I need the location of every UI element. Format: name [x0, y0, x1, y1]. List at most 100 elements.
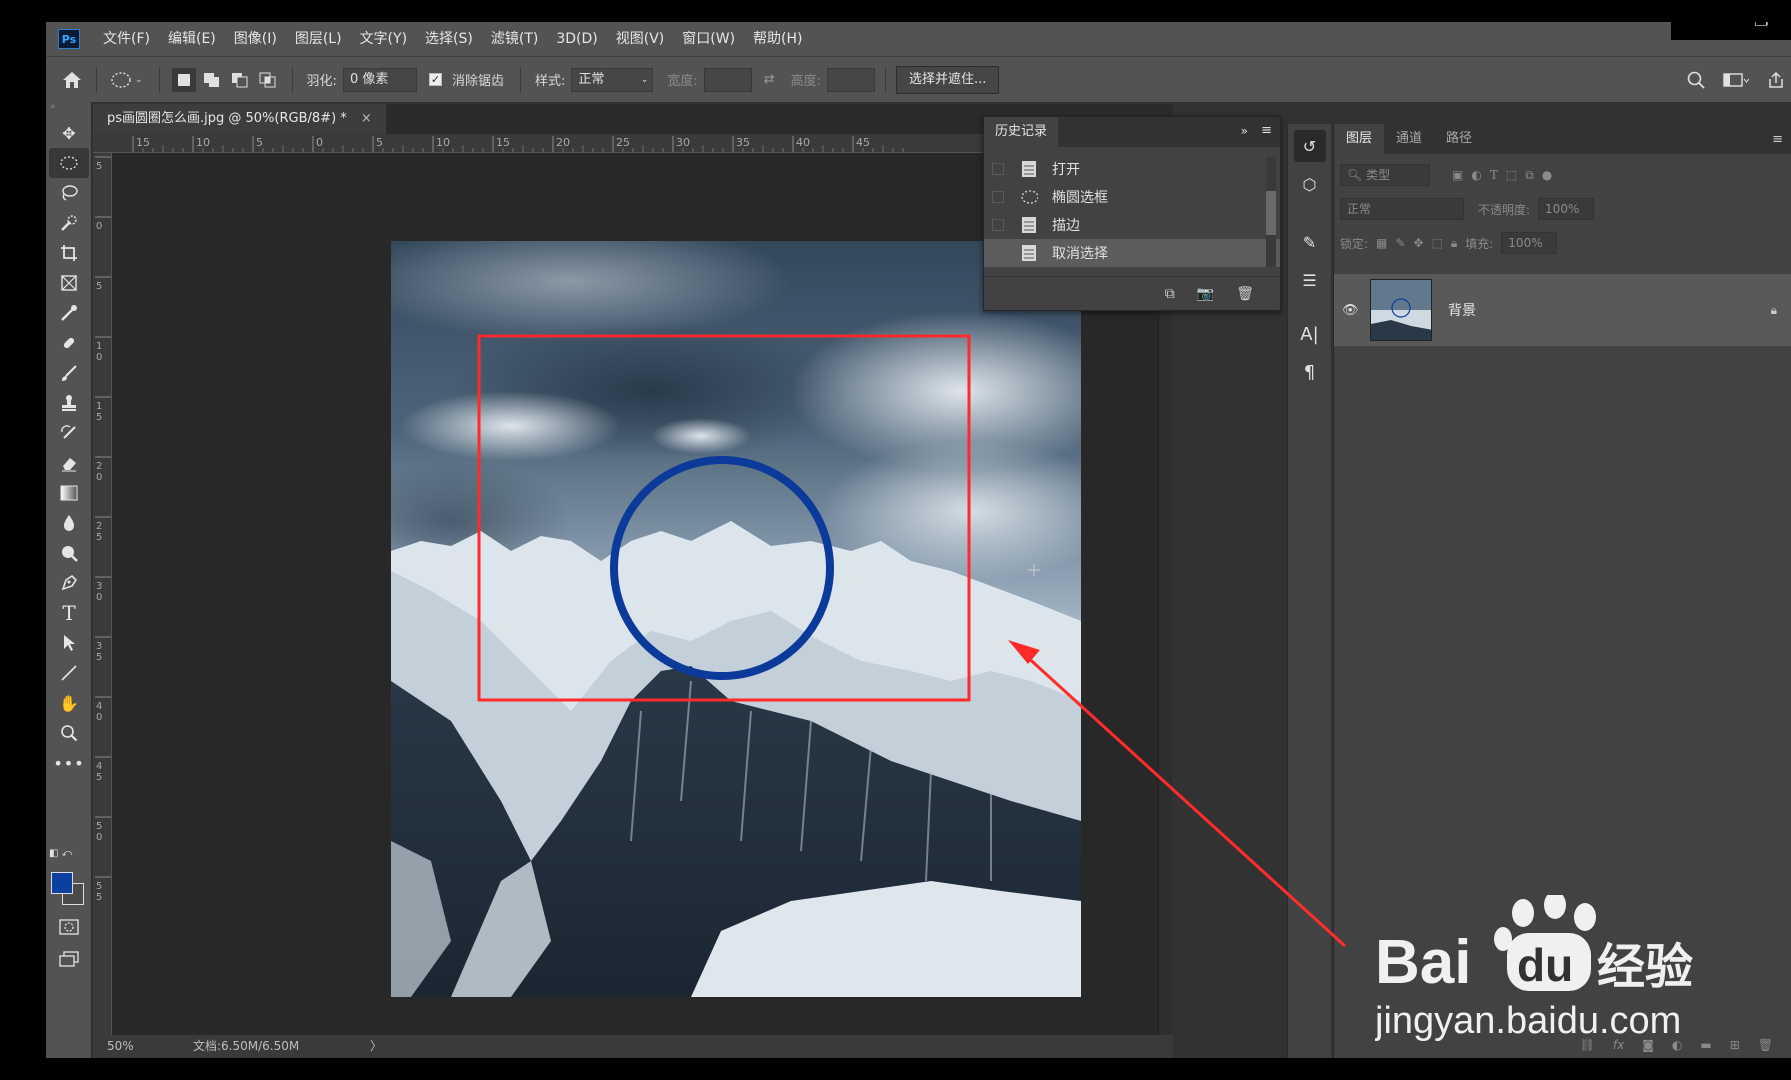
- history-panel-icon[interactable]: ↺: [1293, 130, 1326, 162]
- workspace-icon[interactable]: [1723, 72, 1749, 88]
- menu-layer[interactable]: 图层(L): [286, 22, 351, 56]
- screen-mode-icon[interactable]: [49, 944, 89, 974]
- dodge-tool-icon[interactable]: [49, 538, 89, 568]
- share-icon[interactable]: [1767, 71, 1785, 89]
- fill-input[interactable]: 100%: [1501, 232, 1558, 254]
- tab-channels[interactable]: 通道: [1384, 124, 1434, 154]
- snapshot-checkbox[interactable]: [992, 163, 1004, 175]
- ellipse-marquee-tool-icon[interactable]: [49, 148, 89, 178]
- status-menu-arrow[interactable]: 〉: [370, 1035, 382, 1058]
- eraser-tool-icon[interactable]: [49, 448, 89, 478]
- camera-icon[interactable]: 📷: [1197, 286, 1214, 302]
- default-colors-icon[interactable]: ◧ ⤺: [49, 848, 72, 859]
- new-document-from-state-icon[interactable]: ⧉: [1165, 286, 1175, 302]
- blur-tool-icon[interactable]: [49, 508, 89, 538]
- link-layers-icon[interactable]: ⛓: [1580, 1038, 1595, 1052]
- healing-brush-tool-icon[interactable]: [49, 328, 89, 358]
- select-and-mask-button[interactable]: 选择并遮住...: [896, 65, 1000, 94]
- menu-3d[interactable]: 3D(D): [547, 22, 606, 56]
- snapshot-checkbox[interactable]: [992, 247, 1004, 259]
- swap-icon[interactable]: ⇄: [764, 72, 775, 87]
- move-tool-icon[interactable]: ✥: [49, 118, 89, 148]
- more-tools-icon[interactable]: •••: [49, 748, 89, 778]
- blend-mode-select[interactable]: 正常: [1340, 198, 1464, 220]
- tab-layers[interactable]: 图层: [1334, 124, 1385, 154]
- restore-icon[interactable]: ❐: [1754, 22, 1768, 30]
- snapshot-checkbox[interactable]: [992, 219, 1004, 231]
- menu-select[interactable]: 选择(S): [416, 22, 482, 56]
- menu-edit[interactable]: 编辑(E): [159, 22, 225, 56]
- trash-icon[interactable]: 🗑: [1236, 286, 1254, 302]
- intersect-selection-icon[interactable]: [256, 68, 280, 92]
- quick-mask-icon[interactable]: [49, 912, 89, 942]
- collapse-panel-icon[interactable]: »: [1241, 124, 1248, 138]
- 3d-icon[interactable]: ⬡: [1294, 168, 1326, 200]
- new-selection-icon[interactable]: [171, 67, 196, 92]
- delete-layer-icon[interactable]: 🗑: [1758, 1038, 1773, 1052]
- style-select[interactable]: 正常 ⌄: [571, 67, 654, 92]
- gradient-tool-icon[interactable]: [49, 478, 89, 508]
- history-brush-tool-icon[interactable]: [49, 418, 89, 448]
- menu-window[interactable]: 窗口(W): [673, 22, 744, 56]
- eyedropper-tool-icon[interactable]: [49, 298, 89, 328]
- new-group-icon[interactable]: ▬: [1700, 1038, 1711, 1052]
- filter-adjustment-icon[interactable]: ◐: [1471, 168, 1481, 182]
- layer-row-background[interactable]: 👁︎ 背景 🔒︎: [1334, 274, 1791, 346]
- menu-view[interactable]: 视图(V): [607, 22, 674, 56]
- lock-image-icon[interactable]: ✎: [1395, 236, 1405, 250]
- width-input[interactable]: [703, 67, 752, 92]
- type-tool-icon[interactable]: T: [49, 598, 89, 628]
- home-icon[interactable]: [60, 68, 84, 92]
- panel-menu-icon[interactable]: ≡: [1772, 132, 1783, 147]
- menu-image[interactable]: 图像(I): [225, 22, 286, 56]
- menu-file[interactable]: 文件(F): [94, 22, 159, 56]
- frame-tool-icon[interactable]: [49, 268, 89, 298]
- menu-help[interactable]: 帮助(H): [744, 22, 811, 56]
- adjustment-layer-icon[interactable]: ◐: [1672, 1038, 1682, 1052]
- history-tab[interactable]: 历史记录: [984, 117, 1059, 147]
- opacity-input[interactable]: 100%: [1538, 198, 1595, 220]
- chevron-down-icon[interactable]: ⌄: [135, 75, 143, 85]
- minimize-icon[interactable]: —: [1693, 22, 1709, 30]
- history-scrollbar[interactable]: [1266, 157, 1276, 267]
- lock-all-icon[interactable]: 🔒︎: [1451, 236, 1457, 251]
- feather-input[interactable]: 0 像素: [342, 67, 417, 92]
- document-image[interactable]: [391, 241, 1081, 997]
- filter-smart-object-icon[interactable]: ⧉: [1525, 168, 1534, 183]
- path-selection-tool-icon[interactable]: [49, 628, 89, 658]
- character-icon[interactable]: A|: [1294, 318, 1326, 350]
- history-item-ellipse-marquee[interactable]: 椭圆选框: [984, 183, 1280, 211]
- paragraph-icon[interactable]: ¶: [1294, 356, 1326, 388]
- quick-selection-tool-icon[interactable]: [49, 208, 89, 238]
- snapshot-checkbox[interactable]: [992, 191, 1004, 203]
- height-input[interactable]: [827, 67, 876, 92]
- ellipse-marquee-preset-icon[interactable]: [109, 68, 133, 92]
- filter-toggle-icon[interactable]: ●: [1542, 168, 1552, 182]
- foreground-color-swatch[interactable]: [51, 872, 73, 894]
- add-mask-icon[interactable]: ◙: [1642, 1038, 1654, 1052]
- layer-filter-select[interactable]: 🔍︎ 类型: [1340, 164, 1430, 186]
- document-tab[interactable]: ps画圆圈怎么画.jpg @ 50%(RGB/8#) * ×: [93, 104, 386, 134]
- history-item-open[interactable]: 打开: [984, 155, 1280, 183]
- lock-transparent-icon[interactable]: ▦: [1376, 236, 1387, 250]
- close-tab-icon[interactable]: ×: [361, 111, 372, 126]
- antialias-checkbox[interactable]: ✓: [428, 73, 442, 86]
- lasso-tool-icon[interactable]: [49, 178, 89, 208]
- tab-paths[interactable]: 路径: [1434, 124, 1484, 154]
- zoom-level[interactable]: 50%: [107, 1035, 134, 1058]
- menu-filter[interactable]: 滤镜(T): [482, 22, 547, 56]
- eye-icon[interactable]: 👁︎: [1342, 303, 1359, 318]
- history-item-stroke[interactable]: 描边: [984, 211, 1280, 239]
- pen-tool-icon[interactable]: [49, 568, 89, 598]
- panel-menu-icon[interactable]: ≡: [1261, 123, 1272, 138]
- lock-position-icon[interactable]: ✥: [1413, 236, 1423, 250]
- filter-shape-icon[interactable]: ⬚: [1506, 168, 1517, 182]
- subtract-selection-icon[interactable]: [228, 68, 252, 92]
- lock-artboard-icon[interactable]: ⬚: [1432, 236, 1443, 250]
- line-tool-icon[interactable]: [49, 658, 89, 688]
- layer-name[interactable]: 背景: [1448, 300, 1476, 320]
- add-selection-icon[interactable]: [200, 68, 224, 92]
- brush-settings-icon[interactable]: ✎: [1294, 226, 1326, 258]
- crop-tool-icon[interactable]: [49, 238, 89, 268]
- adjustments-icon[interactable]: ☰: [1294, 264, 1326, 296]
